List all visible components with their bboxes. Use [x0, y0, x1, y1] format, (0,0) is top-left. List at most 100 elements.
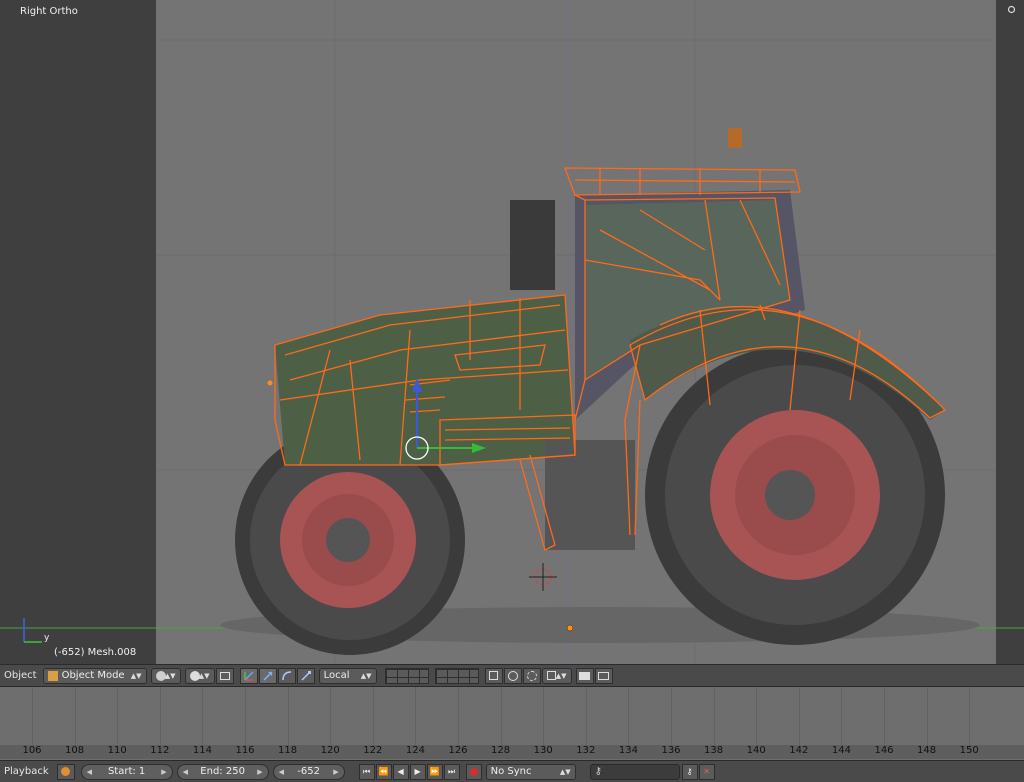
jump-to-start-button[interactable]: ⏮ [358, 763, 375, 780]
frame-grid-line [287, 687, 289, 745]
arrow-icon [263, 670, 273, 681]
frame-grid-line [117, 687, 119, 745]
frame-grid-line [969, 687, 971, 745]
pivot-point-selector[interactable]: ▲▼ [184, 667, 215, 684]
opengl-render-button[interactable] [575, 667, 594, 684]
object-menu[interactable]: Object [4, 670, 37, 681]
frame-grid-line [713, 687, 715, 745]
frame-grid-line [543, 687, 545, 745]
start-frame-field[interactable]: ◀ Start: 1 ▶ [80, 763, 173, 780]
scale-manipulator-button[interactable] [296, 667, 315, 684]
scale-icon [301, 670, 311, 681]
mode-selector[interactable]: Object Mode ▲▼ [42, 667, 147, 684]
dropdown-arrow-icon: ▲▼ [555, 671, 567, 680]
decrement-arrow-icon[interactable]: ◀ [183, 768, 188, 776]
frame-tick-label: 132 [576, 745, 596, 756]
current-frame-field[interactable]: ◀ -652 ▶ [272, 763, 345, 780]
layer-buttons-group-1[interactable] [384, 667, 429, 684]
sync-mode-label: No Sync [490, 766, 532, 777]
frame-grid-line [330, 687, 332, 745]
frame-tick-label: 110 [107, 745, 127, 756]
dropdown-arrow-icon: ▲▼ [360, 671, 372, 680]
increment-arrow-icon[interactable]: ▶ [257, 768, 262, 776]
sync-mode-selector[interactable]: No Sync ▲▼ [485, 763, 576, 780]
next-keyframe-icon: ⏩ [429, 767, 440, 776]
snap-element-selector[interactable]: ▲▼ [541, 667, 572, 684]
manipulator-toggle-button[interactable] [239, 667, 258, 684]
end-frame-field[interactable]: ◀ End: 250 ▶ [176, 763, 269, 780]
play-reverse-button[interactable]: ◀ [392, 763, 409, 780]
frame-grid-line [756, 687, 758, 745]
jump-to-previous-keyframe-button[interactable]: ⏪ [375, 763, 392, 780]
auto-keying-button[interactable] [465, 763, 482, 780]
viewport-shading-selector[interactable]: ▲▼ [150, 667, 181, 684]
square-icon [489, 671, 499, 680]
insert-keyframe-button[interactable]: ⚷ [681, 763, 698, 780]
frame-grid-line [884, 687, 885, 745]
jump-to-end-button[interactable]: ⏭ [443, 763, 460, 780]
delete-keyframe-button[interactable]: ✕ [698, 763, 715, 780]
decrement-arrow-icon[interactable]: ◀ [87, 768, 92, 776]
object-origin-secondary[interactable] [267, 380, 273, 386]
dropdown-arrow-icon: ▲▼ [559, 767, 571, 776]
object-origin[interactable] [566, 624, 574, 632]
rotate-manipulator-button[interactable] [277, 667, 296, 684]
frame-grid-line [458, 687, 459, 745]
frame-tick-label: 136 [661, 745, 681, 756]
transform-orientation-selector[interactable]: Local ▲▼ [318, 667, 377, 684]
frame-tick-label: 140 [746, 745, 766, 756]
timeline-header: Playback ◀ Start: 1 ▶ ◀ End: 250 ▶ ◀ -65… [0, 760, 1024, 782]
frame-grid-line [32, 687, 33, 745]
keying-toggle-button[interactable] [56, 763, 75, 780]
opengl-render-animation-button[interactable] [594, 667, 613, 684]
frame-ruler[interactable]: 106 108 110 112 114 116 118 120 122 124 126 128 130 1… [0, 745, 1024, 759]
play-reverse-icon: ◀ [397, 767, 404, 776]
lock-camera-button[interactable] [484, 667, 503, 684]
frame-grid-line [926, 687, 928, 745]
object-mode-icon [47, 670, 58, 681]
align-icon [219, 671, 230, 680]
translate-manipulator-button[interactable] [258, 667, 277, 684]
frame-tick-label: 134 [618, 745, 638, 756]
jump-end-icon: ⏭ [448, 766, 456, 776]
layer-buttons-group-2[interactable] [434, 667, 479, 684]
frame-grid-line [841, 687, 843, 745]
record-icon [469, 767, 478, 776]
frame-tick-label: 106 [22, 745, 42, 756]
manipulator-icon [243, 670, 254, 681]
tractor-scene[interactable] [0, 0, 1024, 664]
current-frame-label: -652 [297, 766, 320, 777]
increment-arrow-icon[interactable]: ▶ [333, 768, 338, 776]
play-button[interactable]: ▶ [409, 763, 426, 780]
keyframe-delete-icon: ✕ [703, 767, 710, 776]
keying-set-field[interactable]: ⚷ [589, 763, 680, 780]
proportional-edit-button[interactable] [503, 667, 522, 684]
increment-arrow-icon[interactable]: ▶ [161, 768, 166, 776]
axis-gizmo-y-label: y [44, 633, 50, 643]
frame-tick-label: 116 [235, 745, 255, 756]
frame-tick-label: 142 [789, 745, 809, 756]
jump-to-next-keyframe-button[interactable]: ⏩ [426, 763, 443, 780]
3d-viewport[interactable]: Right Ortho y (-652) Mesh.008 [0, 0, 1024, 664]
pivot-align-button[interactable] [215, 667, 234, 684]
snap-toggle-button[interactable] [522, 667, 541, 684]
camera-icon [579, 671, 591, 680]
start-frame-label: Start: 1 [107, 766, 146, 777]
frame-tick-label: 150 [959, 745, 979, 756]
frame-tick-label: 124 [405, 745, 425, 756]
viewport-corner-widget-icon[interactable] [1007, 5, 1016, 14]
playback-menu[interactable]: Playback [4, 766, 49, 777]
frame-grid-line [500, 687, 502, 745]
decrement-arrow-icon[interactable]: ◀ [279, 768, 284, 776]
clock-icon [61, 767, 71, 776]
frame-grid-line [159, 687, 161, 745]
blender-window: Right Ortho y (-652) Mesh.008 Object Obj… [0, 0, 1024, 782]
frame-tick-label: 120 [320, 745, 340, 756]
axis-gizmo [23, 618, 42, 643]
timeline-editor[interactable]: 106 108 110 112 114 116 118 120 122 124 126 128 130 1… [0, 686, 1024, 760]
end-frame-label: End: 250 [200, 766, 245, 777]
frame-grid-line [202, 687, 204, 745]
frame-tick-label: 122 [363, 745, 383, 756]
frame-tick-label: 114 [192, 745, 212, 756]
circle-icon [507, 670, 518, 681]
